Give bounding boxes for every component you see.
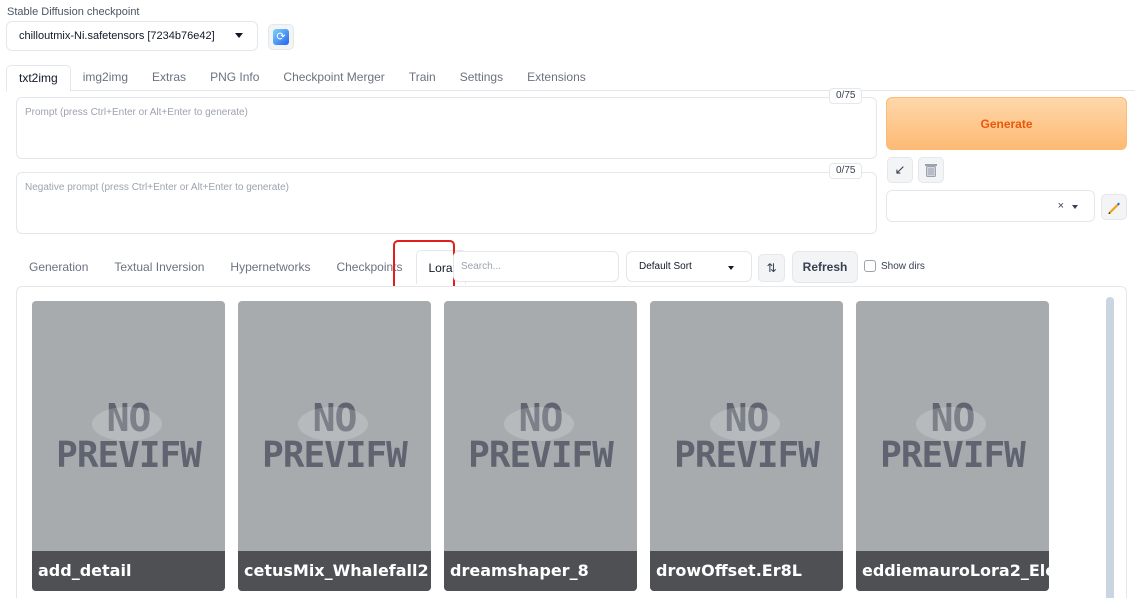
prompt-input[interactable]: Prompt (press Ctrl+Enter or Alt+Enter to…: [16, 97, 877, 159]
show-dirs-checkbox[interactable]: [864, 260, 876, 272]
clear-prompt-button[interactable]: [918, 157, 944, 183]
main-tabs: txt2img img2img Extras PNG Info Checkpoi…: [6, 65, 1135, 92]
lora-card-name: drowOffset.Er8L: [650, 551, 843, 591]
refresh-checkpoint-button[interactable]: ⟳: [268, 24, 294, 50]
lora-card-name: cetusMix_Whalefall2: [238, 551, 431, 591]
negative-prompt-placeholder: Negative prompt (press Ctrl+Enter or Alt…: [25, 182, 290, 193]
no-preview-image: NO PREVIFW: [674, 396, 820, 476]
chevron-down-icon: [235, 33, 243, 38]
show-dirs-toggle[interactable]: Show dirs: [864, 260, 925, 272]
trash-icon: [925, 164, 937, 177]
lora-card[interactable]: NO PREVIFW cetusMix_Whalefall2: [238, 301, 431, 591]
negative-prompt-input[interactable]: Negative prompt (press Ctrl+Enter or Alt…: [16, 172, 877, 234]
checkpoint-label: Stable Diffusion checkpoint: [7, 6, 140, 18]
tab-png-info[interactable]: PNG Info: [198, 65, 271, 91]
lora-card-name: add_detail: [32, 551, 225, 591]
tab-generation[interactable]: Generation: [16, 260, 101, 274]
chevron-down-icon: [728, 266, 734, 270]
checkpoint-value: chilloutmix-Ni.safetensors [7234b76e42]: [19, 30, 215, 42]
no-preview-image: NO PREVIFW: [880, 396, 1026, 476]
tab-checkpoint-merger[interactable]: Checkpoint Merger: [271, 65, 396, 91]
checkpoint-select[interactable]: chilloutmix-Ni.safetensors [7234b76e42]: [6, 21, 258, 51]
edit-styles-button[interactable]: [1101, 194, 1127, 220]
sort-select[interactable]: Default Sort: [626, 251, 752, 282]
tab-settings[interactable]: Settings: [448, 65, 515, 91]
generate-button[interactable]: Generate: [886, 97, 1127, 150]
lora-card[interactable]: NO PREVIFW add_detail: [32, 301, 225, 591]
show-dirs-label: Show dirs: [881, 260, 925, 272]
no-preview-image: NO PREVIFW: [468, 396, 614, 476]
lora-card-name: eddiemauroLora2_Elegant: [856, 551, 1049, 591]
tab-hypernetworks[interactable]: Hypernetworks: [217, 260, 323, 274]
sort-arrows-icon: ⇅: [766, 261, 777, 275]
lora-card-name: dreamshaper_8: [444, 551, 637, 591]
search-input[interactable]: Search...: [453, 251, 619, 282]
lora-card[interactable]: NO PREVIFW drowOffset.Er8L: [650, 301, 843, 591]
tab-extensions[interactable]: Extensions: [515, 65, 598, 91]
tab-img2img[interactable]: img2img: [71, 65, 140, 91]
tab-txt2img[interactable]: txt2img: [6, 65, 71, 92]
scrollbar[interactable]: [1106, 297, 1114, 598]
lora-card[interactable]: NO PREVIFW dreamshaper_8: [444, 301, 637, 591]
no-preview-image: NO PREVIFW: [56, 396, 202, 476]
no-preview-image: NO PREVIFW: [262, 396, 408, 476]
lora-cards-panel: NO PREVIFW add_detail NO PREVIFW cetusMix_…: [16, 286, 1127, 598]
prompt-placeholder: Prompt (press Ctrl+Enter or Alt+Enter to…: [25, 107, 248, 118]
chevron-down-icon: [1072, 205, 1078, 209]
sort-value: Default Sort: [639, 261, 692, 272]
refresh-button[interactable]: Refresh: [792, 251, 858, 283]
tab-textual-inversion[interactable]: Textual Inversion: [101, 260, 217, 274]
negative-prompt-token-count: 0/75: [829, 163, 863, 179]
refresh-icon: ⟳: [273, 29, 289, 45]
clear-icon[interactable]: ×: [1058, 200, 1064, 212]
tab-train[interactable]: Train: [397, 65, 448, 91]
tab-extras[interactable]: Extras: [140, 65, 198, 91]
pencil-icon: [1108, 202, 1120, 214]
lora-card[interactable]: NOPREVIFW eddiemauroLora2_Elegant: [856, 301, 1049, 591]
arrow-down-left-icon: ↙: [894, 162, 906, 177]
styles-select[interactable]: ×: [886, 190, 1095, 222]
sort-direction-button[interactable]: ⇅: [758, 254, 785, 282]
read-params-button[interactable]: ↙: [887, 157, 913, 183]
prompt-token-count: 0/75: [829, 88, 863, 104]
